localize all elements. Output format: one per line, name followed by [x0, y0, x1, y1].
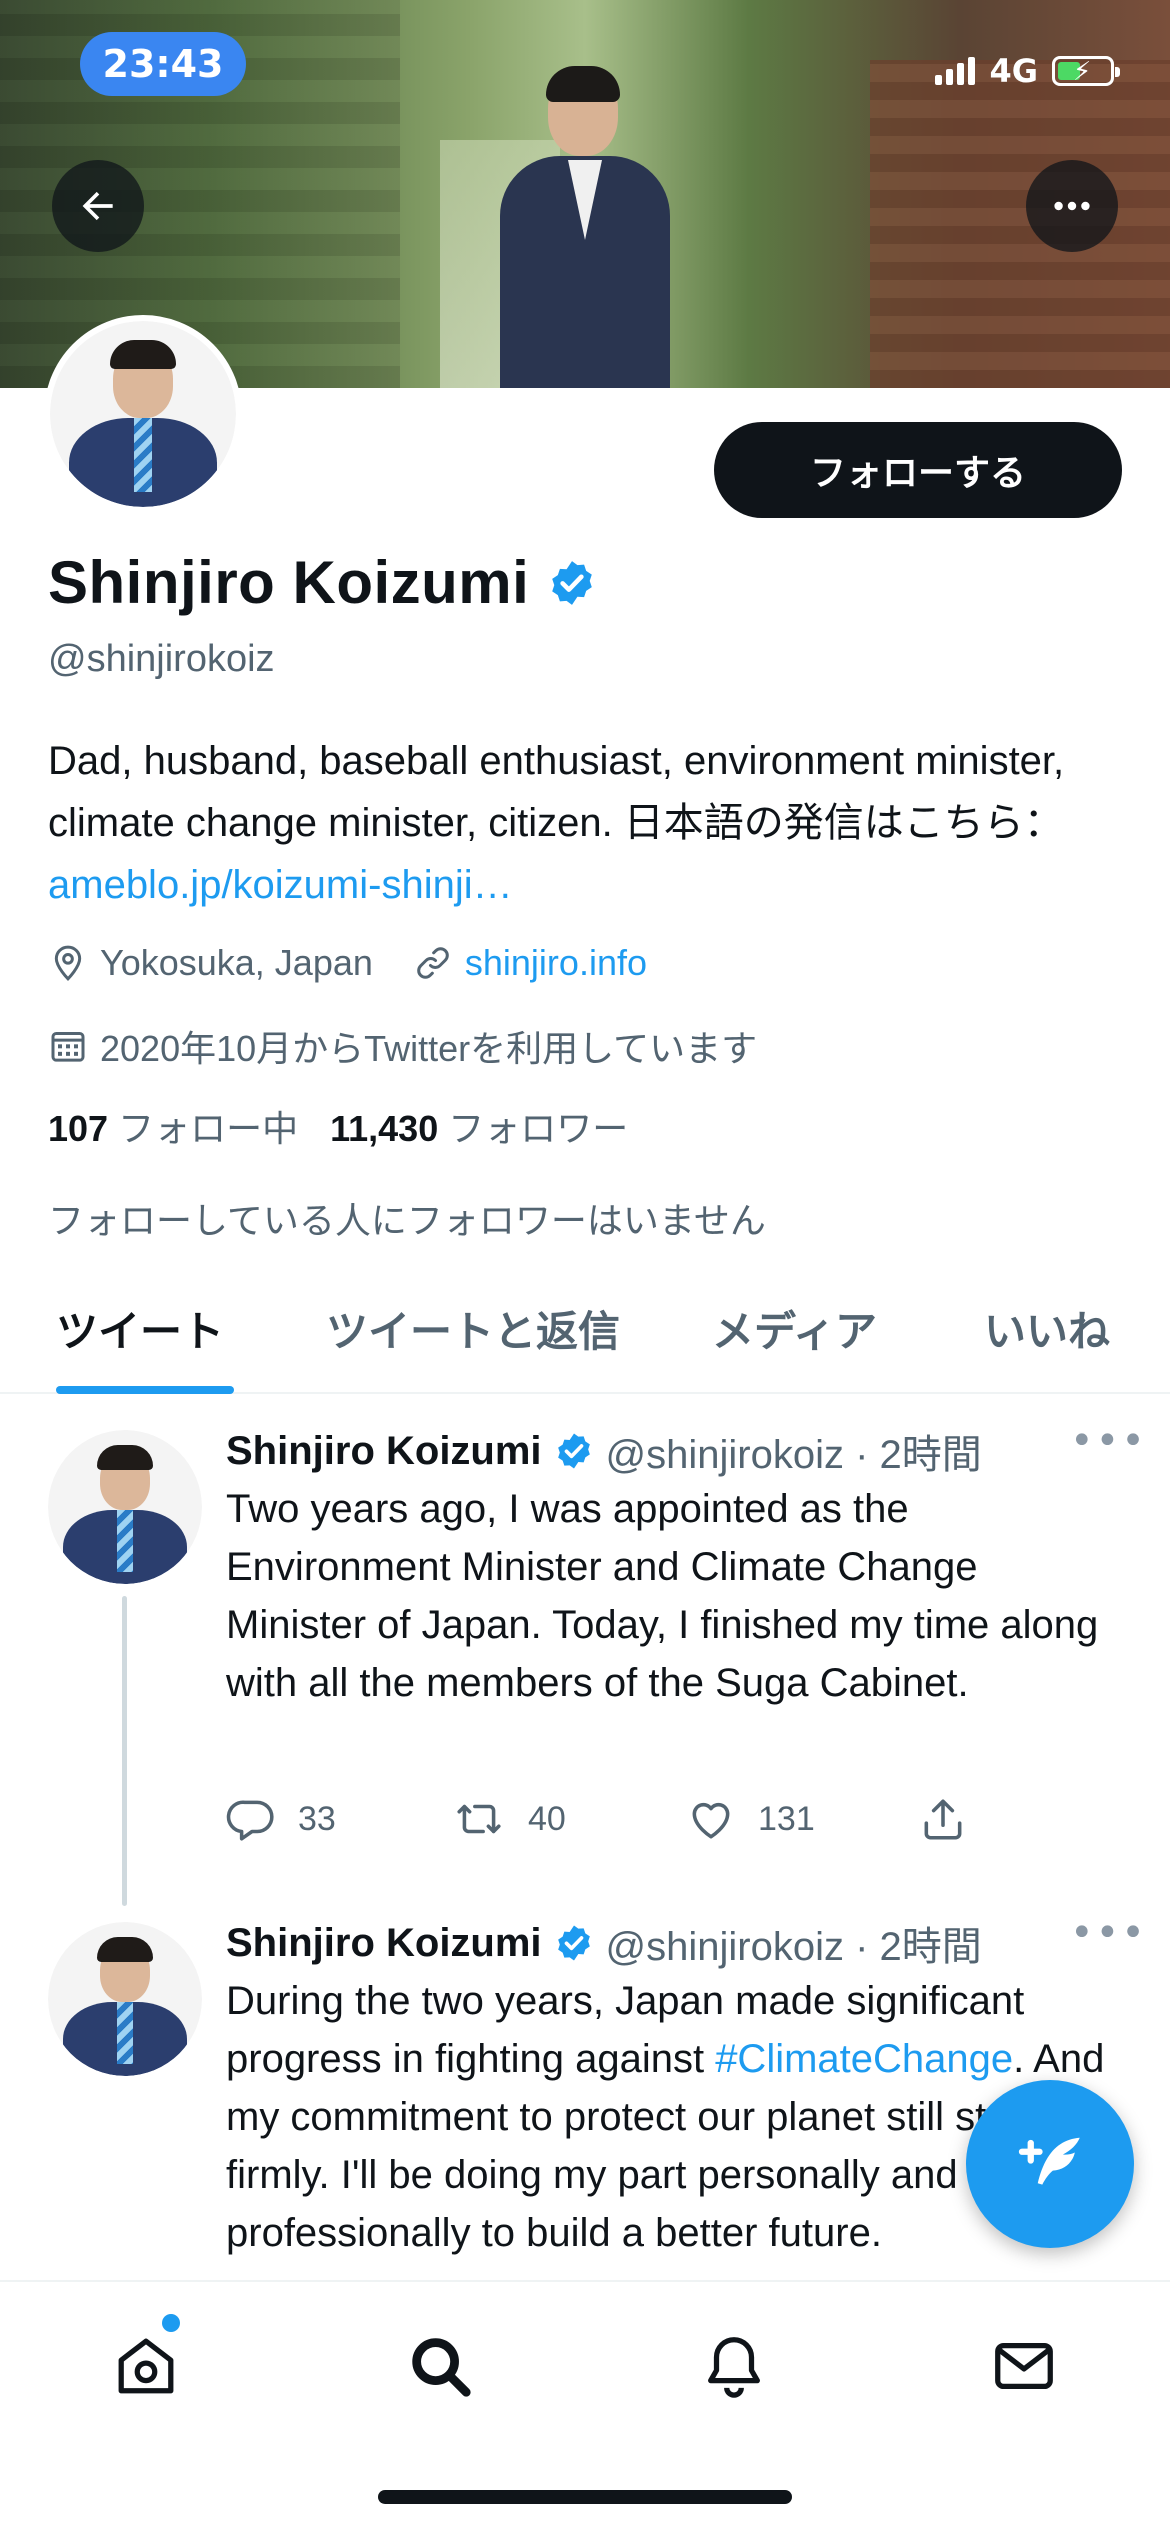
messages-icon: [995, 2342, 1053, 2390]
heart-icon: [692, 1802, 730, 1839]
tweet-handle-time: @shinjirokoiz · 2時間: [605, 1433, 982, 1477]
bio-text: Dad, husband, baseball enthusiast, envir…: [48, 739, 1065, 845]
profile-handle: @shinjirokoiz: [48, 638, 275, 680]
bio-link[interactable]: ameblo.jp/koizumi-shinji…: [48, 863, 513, 907]
profile-name-row: Shinjiro Koizumi: [48, 548, 597, 617]
banner-person: [500, 66, 670, 388]
joined-item: 2020年10月からTwitterを利用しています: [48, 1020, 757, 1072]
more-options-button[interactable]: [1026, 160, 1118, 252]
like-action[interactable]: 131: [686, 1794, 918, 1844]
tab-likes[interactable]: いいね: [984, 1298, 1110, 1359]
tab-tweets[interactable]: ツイート: [56, 1298, 224, 1359]
profile-tabs: ツイート ツイートと返信 メディア いいね: [0, 1270, 1170, 1394]
status-time: 23:43: [80, 32, 246, 96]
website-link[interactable]: shinjiro.info: [465, 942, 647, 984]
followers-stat[interactable]: 11,430 フォロワー: [330, 1100, 628, 1152]
active-tab-indicator: [56, 1386, 234, 1394]
tab-media[interactable]: メディア: [712, 1298, 877, 1359]
tab-tweets-replies[interactable]: ツイートと返信: [326, 1298, 620, 1359]
compose-tweet-button[interactable]: [966, 2080, 1134, 2248]
follow-stats: 107 フォロー中 11,430 フォロワー: [48, 1100, 628, 1152]
status-indicators: 4G ⚡: [935, 52, 1120, 90]
profile-meta-joined: 2020年10月からTwitterを利用しています: [48, 1020, 797, 1072]
tweet-more-icon[interactable]: •••: [1070, 1418, 1147, 1464]
tweet-more-icon[interactable]: •••: [1070, 1910, 1147, 1956]
website-item[interactable]: shinjiro.info: [413, 942, 647, 984]
cellular-signal-icon: [935, 57, 976, 85]
tweet-author-name[interactable]: Shinjiro Koizumi: [226, 1921, 542, 1966]
hashtag-link[interactable]: #ClimateChange: [715, 2037, 1013, 2081]
link-icon: [417, 947, 449, 979]
notifications-icon: [708, 2337, 760, 2398]
like-count: 131: [758, 1799, 815, 1838]
display-name: Shinjiro Koizumi: [48, 549, 530, 616]
tweet-avatar[interactable]: [48, 1430, 202, 1584]
share-icon: [924, 1799, 962, 1840]
network-type: 4G: [989, 52, 1038, 90]
location-item: Yokosuka, Japan: [48, 942, 373, 984]
compose-tweet-icon: [1018, 2137, 1080, 2185]
tweet-text: Two years ago, I was appointed as the En…: [226, 1487, 1099, 1705]
nav-search[interactable]: [400, 2326, 480, 2406]
reply-action[interactable]: 33: [226, 1794, 452, 1844]
arrow-left-icon: [82, 191, 113, 221]
followed-by-note: フォローしている人にフォロワーはいません: [48, 1201, 766, 1242]
retweet-count: 40: [528, 1799, 566, 1838]
share-action[interactable]: [918, 1794, 968, 1844]
followers-label: フォロワー: [448, 1108, 629, 1149]
nav-messages[interactable]: [984, 2326, 1064, 2406]
joined-text: 2020年10月からTwitterを利用しています: [100, 1028, 758, 1069]
home-indicator[interactable]: [378, 2490, 792, 2504]
nav-home[interactable]: [106, 2326, 186, 2406]
verified-badge-icon[interactable]: [547, 558, 597, 608]
retweet-action[interactable]: 40: [452, 1794, 686, 1844]
tweet-actions: 33 40 131: [226, 1794, 968, 1844]
following-label: フォロー中: [118, 1108, 299, 1149]
home-notification-dot: [162, 2314, 180, 2332]
location-pin-icon: [54, 945, 82, 981]
profile-avatar[interactable]: [44, 315, 242, 513]
follow-button[interactable]: フォローする: [714, 422, 1122, 518]
battery-charging-icon: ⚡: [1052, 56, 1120, 87]
location-text: Yokosuka, Japan: [100, 942, 373, 983]
nav-notifications[interactable]: [694, 2326, 774, 2406]
profile-bio: Dad, husband, baseball enthusiast, envir…: [48, 730, 1138, 916]
following-count: 107: [48, 1108, 109, 1149]
back-button[interactable]: [52, 160, 144, 252]
tweet-header: Shinjiro Koizumi @shinjirokoiz · 2時間: [226, 1422, 982, 1480]
profile-meta-location-website: Yokosuka, Japan shinjiro.info: [48, 942, 687, 984]
following-stat[interactable]: 107 フォロー中: [48, 1100, 298, 1152]
tweet-avatar[interactable]: [48, 1922, 202, 2076]
tweet-handle-time: @shinjirokoiz · 2時間: [605, 1925, 982, 1969]
verified-badge-icon: [557, 1433, 590, 1469]
more-horizontal-icon: [1054, 201, 1090, 211]
retweet-icon: [457, 1804, 501, 1834]
search-icon: [412, 2338, 471, 2397]
thread-connector-line: [122, 1596, 127, 1906]
followers-count: 11,430: [330, 1108, 439, 1149]
banner-brick-wall: [870, 60, 1170, 388]
calendar-icon: [51, 1032, 85, 1062]
tweet-author-name[interactable]: Shinjiro Koizumi: [226, 1429, 542, 1474]
verified-badge-icon: [557, 1925, 590, 1961]
tweet-header: Shinjiro Koizumi @shinjirokoiz · 2時間: [226, 1914, 982, 1972]
reply-count: 33: [298, 1799, 336, 1838]
home-icon: [118, 2338, 174, 2394]
reply-icon: [226, 1800, 274, 1841]
